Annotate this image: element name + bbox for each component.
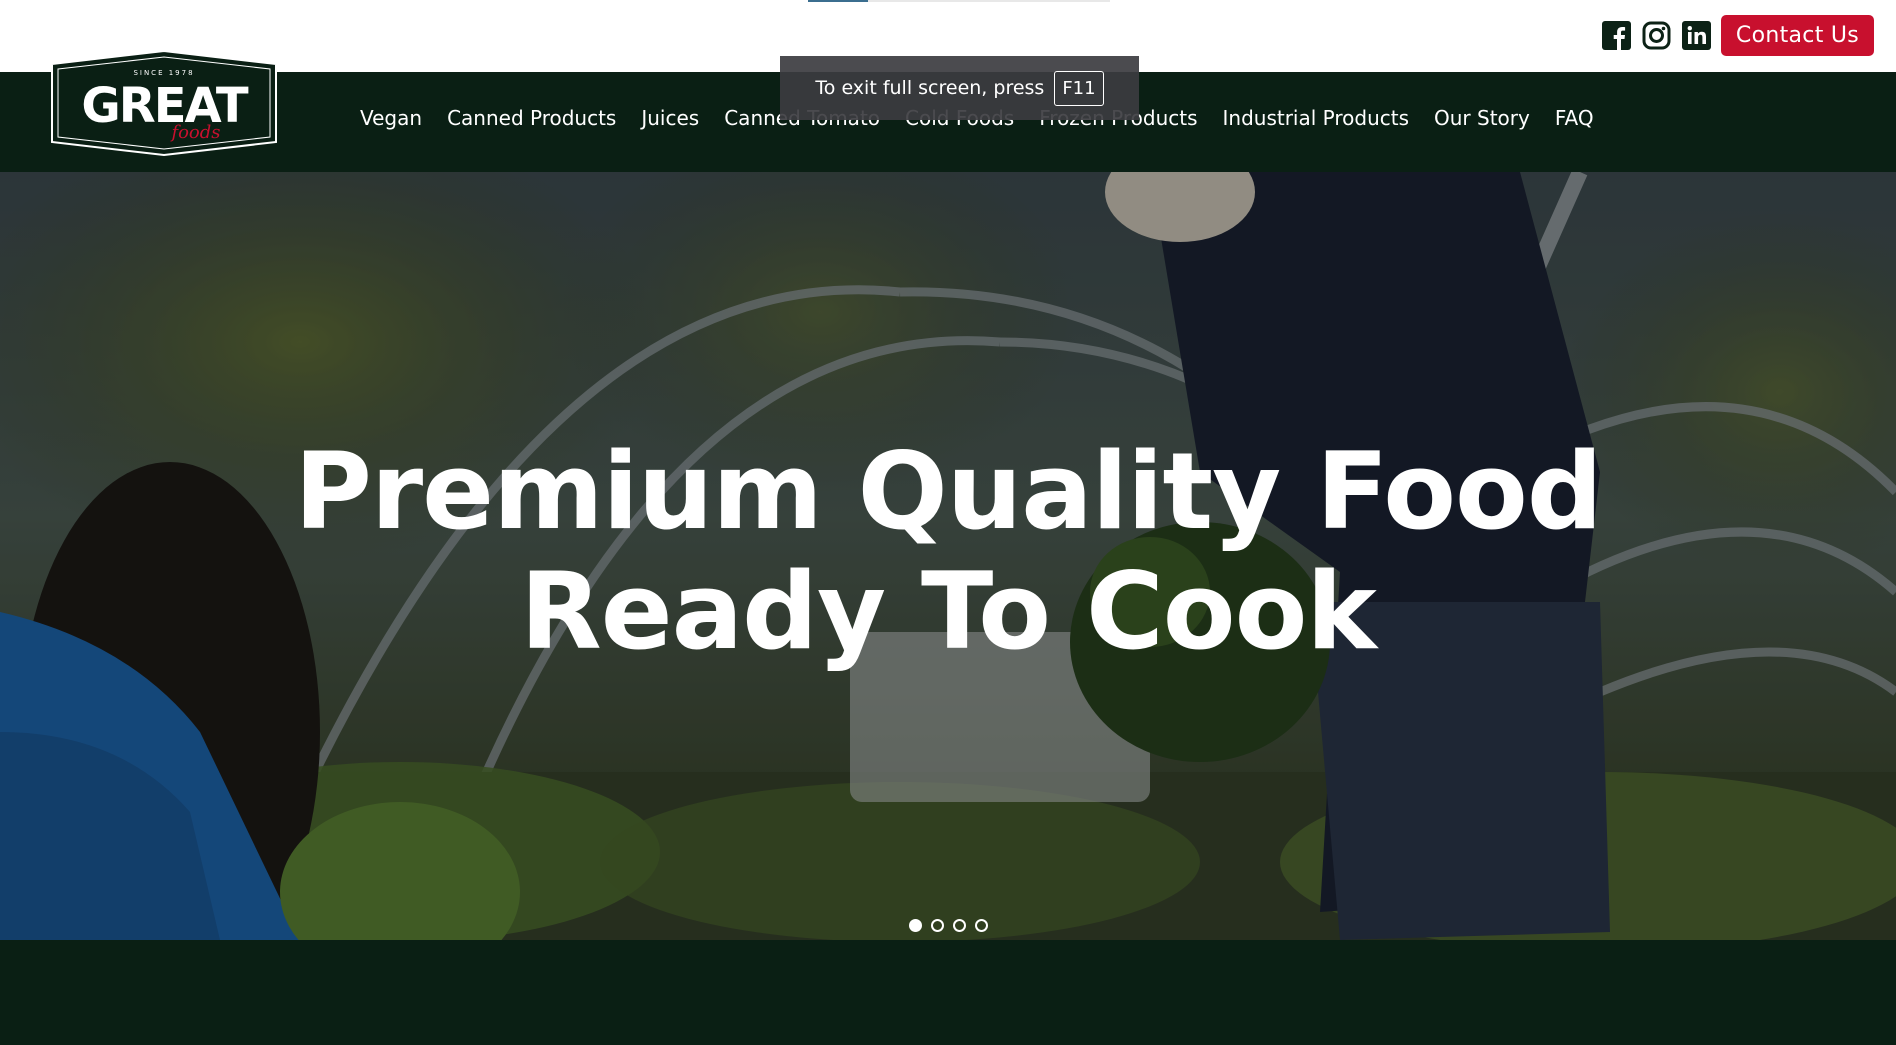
page-load-progress	[808, 0, 1110, 2]
linkedin-icon[interactable]	[1682, 21, 1711, 50]
fullscreen-exit-notice: To exit full screen, press F11	[780, 56, 1139, 120]
hero-title-line-1: Premium Quality Food	[294, 430, 1603, 553]
section-band	[0, 940, 1896, 1045]
slider-pagination	[909, 919, 988, 932]
hero-slider[interactable]: Premium Quality Food Ready To Cook	[0, 172, 1896, 940]
contact-us-button[interactable]: Contact Us	[1721, 15, 1874, 56]
fullscreen-key-hint: F11	[1054, 70, 1104, 106]
hero-title-line-2: Ready To Cook	[520, 550, 1377, 673]
nav-item-faq[interactable]: FAQ	[1555, 104, 1594, 134]
nav-item-industrial-products[interactable]: Industrial Products	[1223, 104, 1410, 134]
logo-script: foods	[169, 122, 220, 143]
slider-dot-1[interactable]	[909, 919, 922, 932]
nav-item-our-story[interactable]: Our Story	[1434, 104, 1530, 134]
hero-title: Premium Quality Food Ready To Cook	[0, 432, 1896, 672]
great-foods-logo[interactable]: SINCE 1978 GREAT foods	[48, 49, 280, 157]
nav-item-juices[interactable]: Juices	[641, 104, 699, 134]
slider-dot-4[interactable]	[975, 919, 988, 932]
page-load-progress-fill	[808, 0, 869, 2]
nav-item-vegan[interactable]: Vegan	[360, 104, 422, 134]
instagram-icon[interactable]	[1642, 21, 1671, 50]
logo-wordmark: GREAT	[81, 78, 249, 134]
facebook-icon[interactable]	[1602, 21, 1631, 50]
slider-dot-2[interactable]	[931, 919, 944, 932]
logo-tagline: SINCE 1978	[133, 69, 194, 77]
slider-dot-3[interactable]	[953, 919, 966, 932]
nav-item-canned-products[interactable]: Canned Products	[447, 104, 616, 134]
fullscreen-notice-text: To exit full screen, press	[815, 77, 1045, 99]
